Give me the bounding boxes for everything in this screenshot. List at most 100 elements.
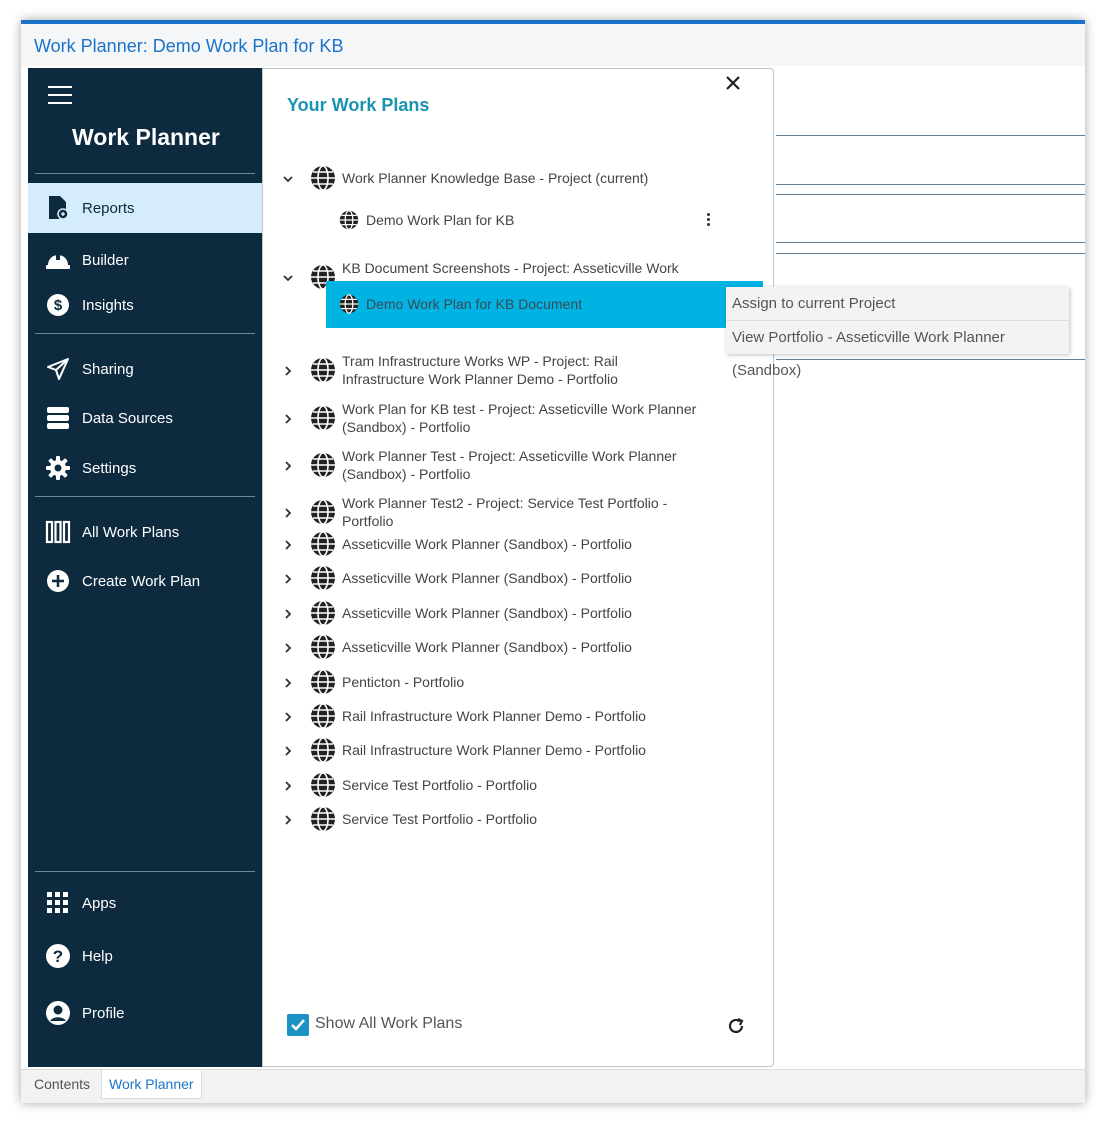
- plan-label[interactable]: Work Planner Test - Project: Asseticvill…: [342, 447, 677, 483]
- sidebar-item-label: All Work Plans: [82, 523, 180, 541]
- plan-label[interactable]: Work Planner Test2 - Project: Service Te…: [342, 494, 667, 530]
- gear-icon: [45, 455, 71, 481]
- menu-item-assign-to-project[interactable]: Assign to current Project: [726, 287, 1069, 320]
- dollar-icon: $: [45, 292, 71, 318]
- chevron-right-icon[interactable]: [282, 813, 294, 825]
- chevron-right-icon[interactable]: [282, 364, 294, 376]
- sidebar-item-data-sources[interactable]: Data Sources: [28, 396, 262, 440]
- sidebar-item-settings[interactable]: Settings: [28, 446, 262, 490]
- plan-label[interactable]: Penticton - Portfolio: [342, 673, 464, 691]
- sidebar-item-label: Data Sources: [82, 409, 173, 427]
- plan-label[interactable]: Rail Infrastructure Work Planner Demo - …: [342, 707, 646, 725]
- globe-icon: [339, 294, 359, 314]
- window-title: Work Planner: Demo Work Plan for KB: [34, 36, 344, 56]
- brand-title: Work Planner: [72, 124, 220, 150]
- chevron-right-icon[interactable]: [282, 459, 294, 471]
- plan-label[interactable]: Work Plan for KB test - Project: Assetic…: [342, 400, 696, 436]
- plan-label[interactable]: Asseticville Work Planner (Sandbox) - Po…: [342, 604, 632, 622]
- work-plans-panel: Your Work Plans Work Planner Knowledge B…: [262, 68, 785, 1067]
- chevron-down-icon[interactable]: [282, 271, 294, 283]
- chevron-right-icon[interactable]: [282, 710, 294, 722]
- plan-label[interactable]: Asseticville Work Planner (Sandbox) - Po…: [342, 638, 632, 656]
- svg-text:$: $: [54, 297, 63, 314]
- hamburger-menu-icon[interactable]: [48, 86, 72, 104]
- plan-label[interactable]: Asseticville Work Planner (Sandbox) - Po…: [342, 535, 632, 553]
- divider: [35, 496, 255, 497]
- chevron-right-icon[interactable]: [282, 779, 294, 791]
- plan-label[interactable]: Service Test Portfolio - Portfolio: [342, 776, 537, 794]
- title-bar: Work Planner: Demo Work Plan for KB: [21, 20, 1085, 66]
- chevron-right-icon[interactable]: [282, 572, 294, 584]
- bottom-tab-bar: Contents Work Planner: [21, 1069, 1085, 1103]
- show-all-checkbox[interactable]: [287, 1014, 309, 1036]
- context-menu: Assign to current Project View Portfolio…: [726, 287, 1069, 379]
- plan-label[interactable]: Rail Infrastructure Work Planner Demo - …: [342, 741, 646, 759]
- globe-icon: [310, 600, 336, 626]
- plan-label[interactable]: Tram Infrastructure Works WP - Project: …: [342, 352, 618, 388]
- globe-icon: [310, 772, 336, 798]
- sidebar-item-label: Create Work Plan: [82, 572, 201, 590]
- sidebar-item-label: Reports: [82, 199, 135, 217]
- globe-icon: [310, 703, 336, 729]
- divider: [35, 173, 255, 174]
- sidebar-item-label: Settings: [82, 459, 137, 477]
- globe-icon: [310, 669, 336, 695]
- sidebar-item-reports[interactable]: Reports: [28, 183, 262, 233]
- refresh-icon[interactable]: [726, 1016, 746, 1036]
- menu-item-view-portfolio[interactable]: View Portfolio - Asseticville Work Plann…: [726, 320, 1069, 379]
- user-icon: [45, 1000, 71, 1026]
- tab-contents[interactable]: Contents: [34, 1070, 90, 1098]
- close-icon[interactable]: [723, 73, 743, 93]
- plus-circle-icon: [45, 568, 71, 594]
- background-line: [776, 242, 1085, 243]
- globe-icon: [310, 531, 336, 557]
- chevron-down-icon[interactable]: [282, 172, 294, 184]
- sidebar-item-insights[interactable]: $ Insights: [28, 283, 262, 327]
- chevron-right-icon[interactable]: [282, 641, 294, 653]
- globe-icon: [310, 405, 336, 431]
- sidebar-item-builder[interactable]: Builder: [28, 238, 262, 282]
- sidebar-item-create-work-plan[interactable]: Create Work Plan: [28, 559, 262, 603]
- plan-label[interactable]: Service Test Portfolio - Portfolio: [342, 810, 537, 828]
- sidebar-item-profile[interactable]: Profile: [28, 991, 262, 1035]
- chevron-right-icon[interactable]: [282, 676, 294, 688]
- divider: [35, 871, 255, 872]
- globe-icon: [310, 357, 336, 383]
- globe-icon: [310, 499, 336, 525]
- background-line: [776, 135, 1085, 136]
- sidebar-item-sharing[interactable]: Sharing: [28, 347, 262, 391]
- paper-plane-icon: [45, 356, 71, 382]
- globe-icon: [310, 452, 336, 478]
- chevron-right-icon[interactable]: [282, 412, 294, 424]
- plan-label[interactable]: Work Planner Knowledge Base - Project (c…: [342, 169, 648, 187]
- sidebar-item-label: Builder: [82, 251, 129, 269]
- chevron-right-icon[interactable]: [282, 744, 294, 756]
- sidebar-item-help[interactable]: ? Help: [28, 934, 262, 978]
- globe-icon: [310, 634, 336, 660]
- database-icon: [45, 405, 71, 431]
- background-line: [776, 194, 1085, 195]
- sidebar-item-apps[interactable]: Apps: [28, 881, 262, 925]
- sidebar-item-label: Insights: [82, 296, 134, 314]
- plan-label[interactable]: Demo Work Plan for KB: [366, 211, 514, 229]
- plan-row-selected[interactable]: Demo Work Plan for KB Document: [326, 281, 785, 328]
- show-all-label: Show All Work Plans: [315, 1015, 463, 1032]
- chevron-right-icon[interactable]: [282, 538, 294, 550]
- sidebar-item-all-work-plans[interactable]: All Work Plans: [28, 510, 262, 554]
- chevron-right-icon[interactable]: [282, 607, 294, 619]
- globe-icon: [339, 210, 359, 230]
- sidebar-item-label: Help: [82, 947, 113, 965]
- tab-work-planner[interactable]: Work Planner: [101, 1070, 202, 1099]
- chevron-right-icon[interactable]: [282, 506, 294, 518]
- globe-icon: [310, 737, 336, 763]
- columns-icon: [45, 519, 71, 545]
- plan-label[interactable]: Asseticville Work Planner (Sandbox) - Po…: [342, 569, 632, 587]
- app-window: Work Planner: Demo Work Plan for KB Work…: [21, 20, 1085, 1103]
- svg-text:?: ?: [53, 947, 63, 966]
- help-icon: ?: [45, 943, 71, 969]
- report-icon: [45, 195, 71, 221]
- more-options-icon[interactable]: [704, 213, 712, 231]
- hard-hat-icon: [45, 247, 71, 273]
- divider: [35, 333, 255, 334]
- grid-icon: [45, 890, 71, 916]
